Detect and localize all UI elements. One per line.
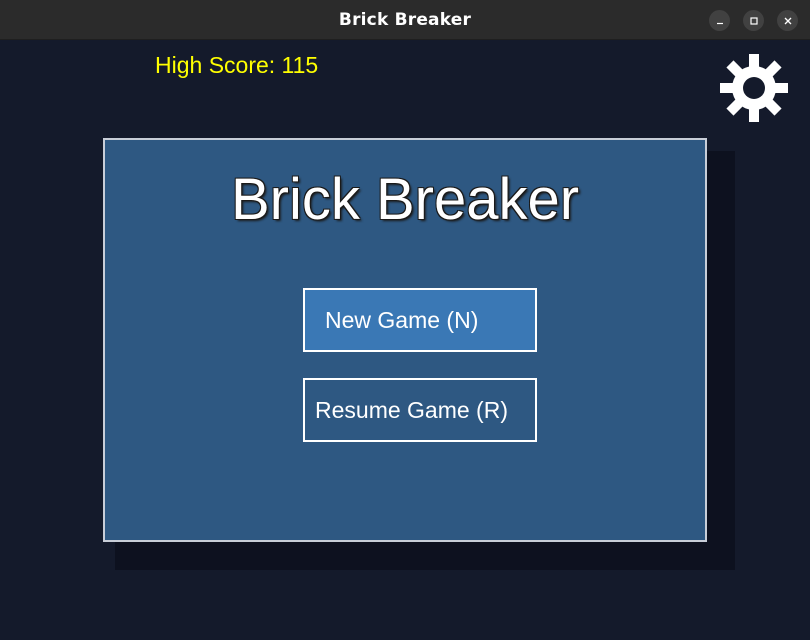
window-controls (709, 10, 798, 31)
maximize-icon (749, 16, 758, 25)
high-score-label: High Score: 115 (155, 52, 319, 78)
resume-game-label: Resume Game (R) (315, 396, 508, 423)
new-game-button[interactable]: New Game (N) (303, 288, 537, 352)
game-window: Brick Breaker High Score: 115 Brick Brea… (0, 0, 810, 640)
settings-button[interactable] (719, 53, 789, 123)
minimize-button[interactable] (709, 10, 730, 31)
game-canvas[interactable]: High Score: 115 Brick Breaker New Game (… (4, 40, 806, 640)
close-button[interactable] (777, 10, 798, 31)
window-title: Brick Breaker (338, 9, 472, 30)
minimize-icon (716, 22, 723, 24)
menu-title: Brick Breaker (230, 167, 580, 232)
new-game-label: New Game (N) (325, 306, 479, 333)
resume-game-button[interactable]: Resume Game (R) (303, 378, 537, 442)
close-icon (784, 17, 791, 24)
main-menu-panel: Brick Breaker New Game (N) Resume Game (… (103, 138, 707, 542)
gear-icon (720, 54, 788, 122)
maximize-button[interactable] (743, 10, 764, 31)
title-bar[interactable]: Brick Breaker (0, 0, 810, 40)
